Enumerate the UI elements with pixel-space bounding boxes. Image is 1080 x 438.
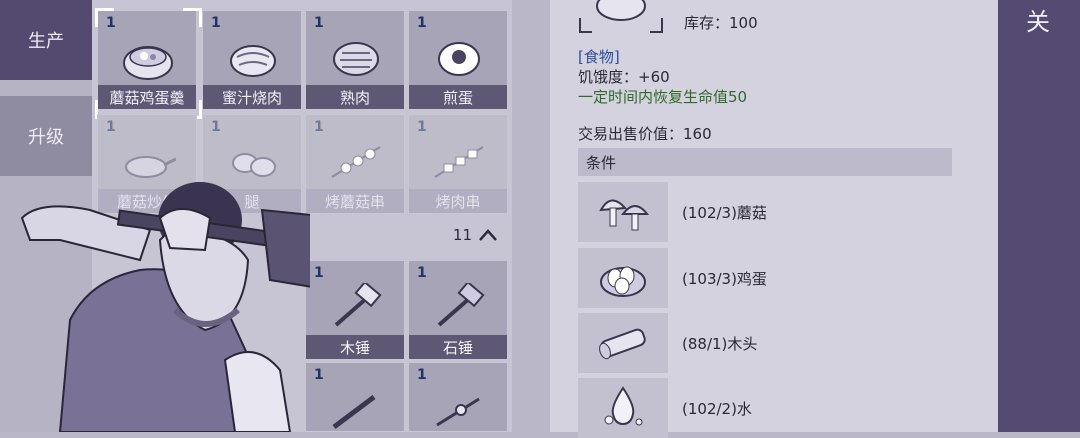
effect-text: 一定时间内恢复生命值50 bbox=[578, 88, 748, 106]
item-count: 1 bbox=[417, 15, 427, 31]
item-count: 1 bbox=[417, 367, 427, 383]
item-count: 1 bbox=[211, 119, 221, 135]
tab-produce-label: 生产 bbox=[28, 31, 64, 52]
meat-skewer-icon bbox=[434, 146, 484, 178]
drill-icon bbox=[436, 397, 480, 427]
recipe-tool-1[interactable]: 1 bbox=[305, 362, 405, 432]
item-count: 1 bbox=[314, 15, 324, 31]
requirement-row: (88/1)木头 bbox=[578, 313, 952, 373]
recipe-grilled-mushroom-skewer[interactable]: 1 烤蘑菇串 bbox=[305, 114, 405, 214]
requirement-icon-box bbox=[578, 182, 668, 242]
custard-bowl-icon bbox=[123, 46, 173, 80]
selected-item-thumbnail bbox=[579, 0, 663, 33]
sell-value-text: 交易出售价值：160 bbox=[578, 125, 712, 143]
roast-meat-icon bbox=[230, 45, 276, 77]
selection-corner bbox=[95, 8, 114, 27]
section-collapse-toggle[interactable]: 11 bbox=[300, 222, 512, 248]
mushroom-skewer-icon bbox=[331, 146, 381, 178]
item-count: 1 bbox=[417, 265, 427, 281]
item-count: 1 bbox=[314, 265, 324, 281]
cooked-meat-icon bbox=[333, 42, 379, 76]
requirement-text: (103/3)鸡蛋 bbox=[682, 270, 767, 288]
requirement-row: (103/3)鸡蛋 bbox=[578, 248, 952, 308]
detail-panel: 库存：100 [食物] 饥饿度：+60 一定时间内恢复生命值50 交易出售价值：… bbox=[550, 0, 998, 438]
water-icon bbox=[604, 386, 643, 426]
requirement-text: (88/1)木头 bbox=[682, 335, 758, 353]
item-label: 烤蘑菇串 bbox=[306, 189, 404, 213]
conditions-title: 条件 bbox=[586, 154, 617, 172]
hunger-text: 饥饿度：+60 bbox=[578, 68, 670, 86]
stock-text: 库存：100 bbox=[684, 14, 758, 32]
conditions-header: 条件 bbox=[578, 148, 952, 176]
section-count: 11 bbox=[452, 226, 472, 244]
close-button[interactable]: 关 bbox=[998, 0, 1080, 432]
requirement-row: (102/2)水 bbox=[578, 378, 952, 438]
item-count: 1 bbox=[211, 15, 221, 31]
wooden-hammer-icon bbox=[334, 283, 382, 327]
club-icon bbox=[332, 395, 376, 429]
item-count: 1 bbox=[417, 119, 427, 135]
tab-upgrade[interactable]: 升级 bbox=[0, 96, 92, 176]
item-label: 烤肉串 bbox=[409, 189, 507, 213]
recipe-cooked-meat[interactable]: 1 熟肉 bbox=[305, 10, 405, 110]
item-label: 熟肉 bbox=[306, 85, 404, 109]
chevron-up-icon bbox=[479, 229, 497, 241]
item-count: 1 bbox=[314, 367, 324, 383]
recipe-grilled-meat-skewer[interactable]: 1 烤肉串 bbox=[408, 114, 508, 214]
item-label: 蜜汁烧肉 bbox=[203, 85, 301, 109]
requirement-text: (102/2)水 bbox=[682, 400, 752, 418]
requirement-text: (102/3)蘑菇 bbox=[682, 204, 767, 222]
selection-corner bbox=[183, 8, 202, 27]
item-count: 1 bbox=[314, 119, 324, 135]
item-label: 石锤 bbox=[409, 335, 507, 359]
recipe-tool-2[interactable]: 1 bbox=[408, 362, 508, 432]
requirement-icon-box bbox=[578, 378, 668, 438]
item-count: 1 bbox=[106, 119, 116, 135]
close-label: 关 bbox=[1026, 8, 1050, 36]
tab-upgrade-label: 升级 bbox=[28, 127, 64, 148]
recipe-stone-hammer[interactable]: 1 石锤 bbox=[408, 260, 508, 360]
recipe-honey-roast-meat[interactable]: 1 蜜汁烧肉 bbox=[202, 10, 302, 110]
character-artwork bbox=[20, 182, 310, 432]
item-label: 煎蛋 bbox=[409, 85, 507, 109]
tab-produce[interactable]: 生产 bbox=[0, 0, 92, 80]
item-label: 木锤 bbox=[306, 335, 404, 359]
requirement-icon-box bbox=[578, 248, 668, 308]
recipe-fried-egg[interactable]: 1 煎蛋 bbox=[408, 10, 508, 110]
recipe-wooden-hammer[interactable]: 1 木锤 bbox=[305, 260, 405, 360]
requirement-icon-box bbox=[578, 313, 668, 373]
stone-hammer-icon bbox=[437, 283, 485, 327]
eggs-icon bbox=[600, 266, 646, 297]
fried-egg-icon bbox=[438, 42, 480, 76]
category-text: [食物] bbox=[578, 48, 620, 66]
mushroom-icon bbox=[599, 199, 650, 231]
requirement-row: (102/3)蘑菇 bbox=[578, 182, 952, 242]
log-icon bbox=[599, 328, 646, 360]
